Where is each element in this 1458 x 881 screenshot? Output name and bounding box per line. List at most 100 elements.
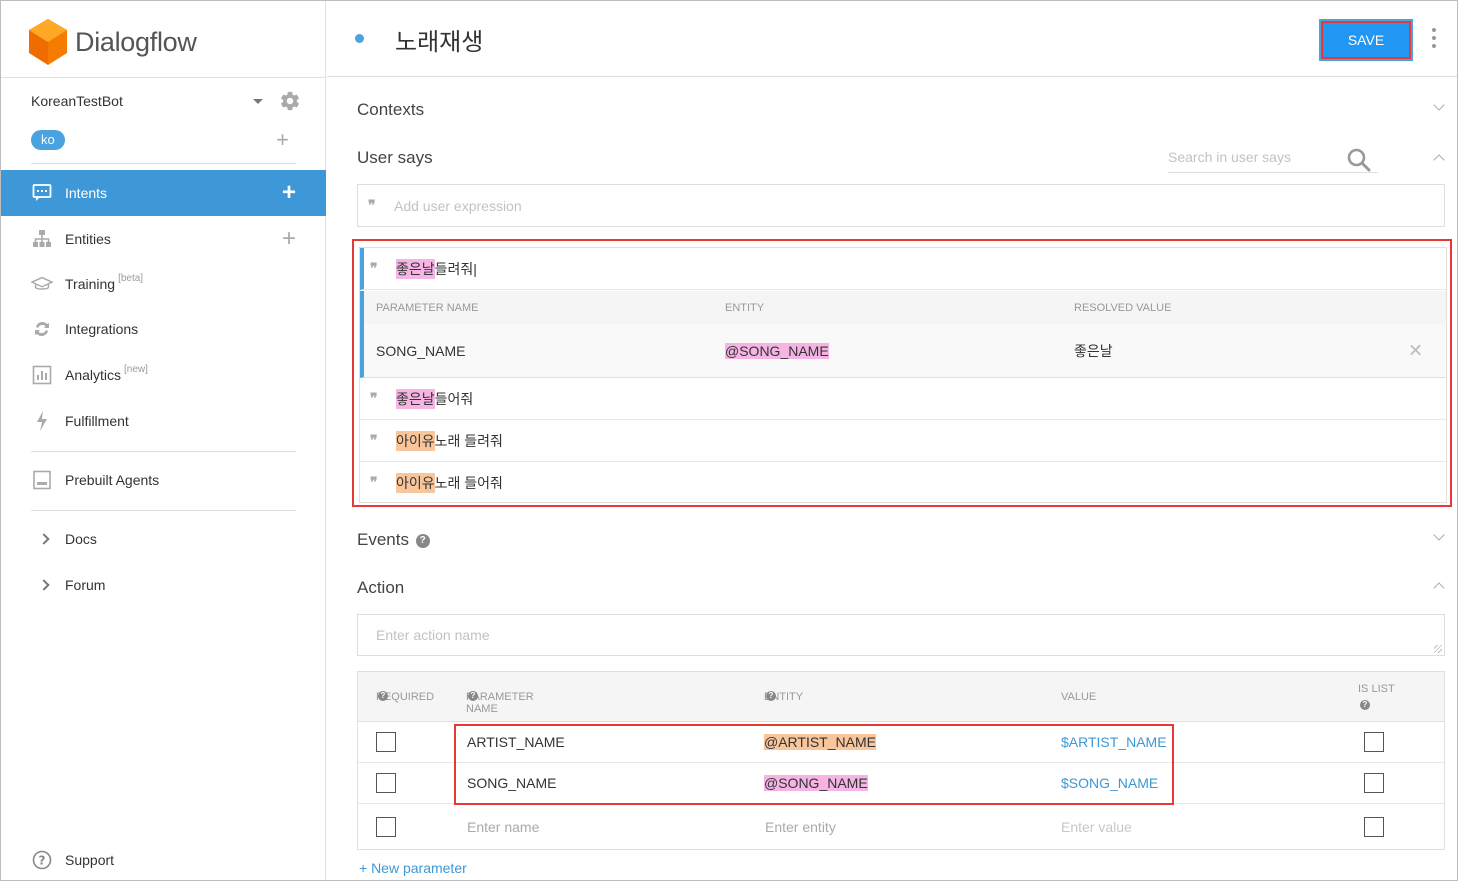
quote-icon: ❞ bbox=[370, 432, 378, 449]
entity-highlight[interactable]: 좋은날 bbox=[396, 388, 435, 409]
help-circle-icon: ? bbox=[31, 849, 53, 871]
events-label: Events bbox=[357, 530, 409, 549]
list-item[interactable]: ❞ 좋은날 들어줘 bbox=[360, 378, 1446, 420]
language-chip[interactable]: ko bbox=[31, 130, 65, 150]
required-checkbox[interactable] bbox=[376, 773, 396, 793]
save-button[interactable]: SAVE bbox=[1321, 21, 1411, 59]
sidebar-item-entities[interactable]: Entities + bbox=[1, 216, 326, 262]
entity-highlight[interactable]: 아이유 bbox=[396, 430, 435, 451]
sidebar-item-fulfillment[interactable]: Fulfillment bbox=[1, 398, 326, 444]
annotation-highlight-box: ❞ 좋은날 들려줘 | PARAMETER NAME ENTITY RESOLVE… bbox=[352, 239, 1452, 507]
chevron-right-icon bbox=[31, 528, 53, 550]
action-name-input[interactable] bbox=[376, 627, 1444, 643]
sidebar-item-forum[interactable]: Forum bbox=[1, 562, 326, 608]
expression-text: 들어줘 bbox=[434, 390, 474, 407]
gear-icon[interactable] bbox=[279, 90, 301, 112]
chat-icon bbox=[31, 182, 53, 204]
required-checkbox[interactable] bbox=[376, 816, 396, 837]
language-row: ko + bbox=[31, 129, 301, 151]
table-header: REQUIRED ? PARAMETER NAME ? ENTITY ? VAL… bbox=[358, 672, 1444, 722]
user-says-search-input[interactable] bbox=[1168, 145, 1338, 165]
sidebar-item-intents[interactable]: Intents + bbox=[1, 170, 326, 216]
text-cursor: | bbox=[473, 260, 477, 277]
param-name-input[interactable]: Enter name bbox=[467, 819, 539, 835]
add-entity-icon[interactable]: + bbox=[282, 227, 296, 251]
more-vert-icon[interactable] bbox=[1431, 28, 1437, 48]
list-item[interactable]: ❞ 아이유 노래 들려줘 bbox=[360, 420, 1446, 462]
sync-icon bbox=[31, 318, 53, 340]
agent-selector[interactable]: KoreanTestBot bbox=[31, 89, 301, 113]
quote-icon: ❞ bbox=[370, 390, 378, 407]
action-section-title[interactable]: Action bbox=[357, 578, 404, 598]
new-badge: [new] bbox=[124, 363, 148, 375]
required-checkbox[interactable] bbox=[376, 732, 396, 752]
is-list-checkbox[interactable] bbox=[1364, 816, 1384, 837]
sidebar-item-prebuilt-agents[interactable]: Prebuilt Agents bbox=[1, 457, 326, 503]
help-icon[interactable]: ? bbox=[415, 533, 430, 548]
param-entity[interactable]: @SONG_NAME bbox=[725, 342, 829, 359]
sidebar-item-label: Support bbox=[65, 852, 115, 868]
column-header-value: VALUE bbox=[1061, 691, 1097, 703]
entity-highlight[interactable]: 아이유 bbox=[396, 473, 435, 493]
sidebar-item-label: Entities bbox=[65, 231, 111, 247]
expression-text: 노래 들려줘 bbox=[434, 432, 503, 449]
dialogflow-logo-icon bbox=[29, 19, 67, 65]
sidebar-item-training[interactable]: Training [beta] bbox=[1, 261, 326, 307]
entity-highlight[interactable]: 좋은날 bbox=[396, 258, 435, 279]
close-icon[interactable]: ✕ bbox=[1408, 340, 1423, 361]
svg-text:?: ? bbox=[39, 854, 46, 868]
search-icon[interactable] bbox=[1346, 147, 1372, 173]
book-icon bbox=[31, 469, 53, 491]
param-value-input[interactable]: Enter value bbox=[1061, 819, 1132, 835]
chevron-down-icon[interactable] bbox=[253, 98, 263, 104]
is-list-checkbox[interactable] bbox=[1364, 732, 1384, 752]
user-says-section-title[interactable]: User says bbox=[357, 148, 433, 168]
chevron-right-icon bbox=[31, 574, 53, 596]
sidebar-item-label: Integrations bbox=[65, 321, 139, 337]
graduation-cap-icon bbox=[31, 273, 53, 295]
expression-list: ❞ 좋은날 들려줘 | PARAMETER NAME ENTITY RESOLVE… bbox=[359, 247, 1447, 503]
sidebar-item-integrations[interactable]: Integrations bbox=[1, 306, 326, 352]
resize-handle-icon[interactable] bbox=[1434, 645, 1442, 653]
expression-text: 들려줘 bbox=[434, 260, 474, 277]
sidebar-item-analytics[interactable]: Analytics [new] bbox=[1, 352, 326, 398]
sidebar-item-support[interactable]: ? Support bbox=[1, 837, 326, 881]
list-item[interactable]: ❞ 아이유 노래 들어줘 bbox=[360, 462, 1446, 504]
lightning-icon bbox=[31, 410, 53, 432]
contexts-section-title[interactable]: Contexts bbox=[357, 100, 424, 120]
hierarchy-icon bbox=[31, 228, 53, 250]
logo-text: Dialogflow bbox=[75, 26, 197, 57]
is-list-checkbox[interactable] bbox=[1364, 773, 1384, 793]
help-icon[interactable]: ? bbox=[1360, 700, 1370, 710]
param-entity-input[interactable]: Enter entity bbox=[765, 819, 836, 835]
intent-title[interactable]: 노래재생 bbox=[395, 22, 483, 57]
column-header: RESOLVED VALUE bbox=[1074, 301, 1172, 314]
sidebar-item-label: Intents bbox=[65, 185, 108, 201]
agent-name: KoreanTestBot bbox=[31, 93, 123, 109]
sidebar-item-label: Fulfillment bbox=[65, 413, 129, 429]
help-icon[interactable]: ? bbox=[766, 691, 776, 701]
help-icon[interactable]: ? bbox=[468, 691, 478, 701]
param-table-header: PARAMETER NAME ENTITY RESOLVED VALUE bbox=[360, 291, 1446, 324]
sidebar-item-label: Training bbox=[65, 276, 116, 292]
divider bbox=[31, 510, 296, 511]
intent-header: 노래재생 SAVE bbox=[327, 1, 1457, 77]
param-resolved-value[interactable]: 좋은날 bbox=[1074, 341, 1113, 361]
sidebar-item-docs[interactable]: Docs bbox=[1, 516, 326, 562]
action-name-field bbox=[357, 614, 1445, 656]
list-item[interactable]: ❞ 좋은날 들려줘 | bbox=[360, 248, 1446, 290]
new-parameter-link[interactable]: + New parameter bbox=[359, 860, 467, 876]
logo[interactable]: Dialogflow bbox=[29, 19, 197, 65]
add-user-expression-input[interactable] bbox=[394, 197, 1444, 214]
param-name[interactable]: SONG_NAME bbox=[376, 343, 465, 359]
table-row-empty: Enter name Enter entity Enter value bbox=[358, 804, 1444, 849]
events-section-title[interactable]: Events ? bbox=[357, 530, 430, 550]
table-row: SONG_NAME @SONG_NAME 좋은날 ✕ bbox=[360, 324, 1446, 378]
column-header: ENTITY bbox=[725, 301, 765, 314]
quote-icon: ❞ bbox=[370, 475, 378, 491]
user-says-search bbox=[1168, 145, 1378, 173]
add-language-icon[interactable]: + bbox=[276, 129, 289, 151]
add-intent-icon[interactable]: + bbox=[282, 181, 296, 205]
beta-badge: [beta] bbox=[118, 272, 144, 284]
help-icon[interactable]: ? bbox=[378, 691, 388, 701]
